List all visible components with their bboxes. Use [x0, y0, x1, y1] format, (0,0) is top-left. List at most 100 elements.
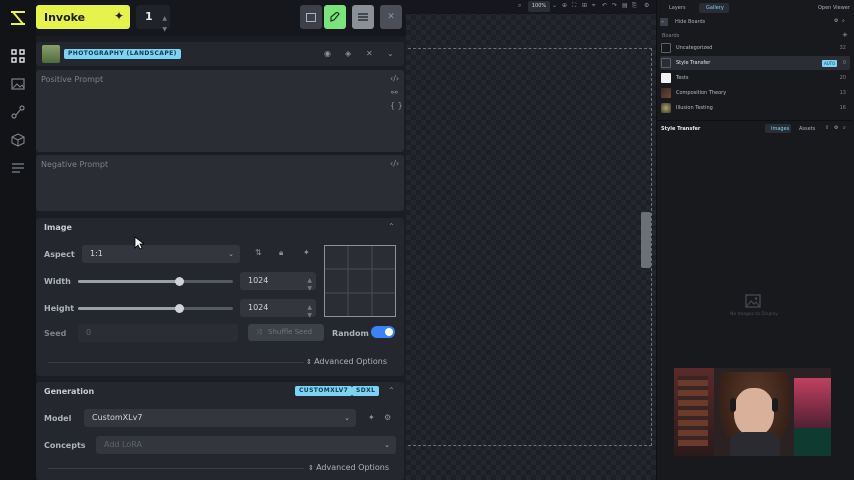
seed-label: Seed	[44, 329, 67, 338]
tab-assets[interactable]: Assets	[799, 126, 815, 132]
board-item[interactable]: Illusion Testing 16	[660, 101, 850, 115]
advanced-options-toggle[interactable]: ⇕ Advanced Options	[306, 357, 387, 366]
link-icon[interactable]: ⚯	[391, 88, 398, 97]
generation-section: Generation CUSTOMXLV7 SDXL ⌃ Model Custo…	[36, 382, 404, 480]
invoke-logo-icon[interactable]	[8, 8, 28, 28]
swap-icon[interactable]: ⇅	[255, 248, 262, 257]
width-slider-handle[interactable]	[175, 277, 184, 286]
tab-gallery[interactable]: Gallery	[706, 5, 724, 11]
negative-prompt-field[interactable]: Negative Prompt ‹/›	[36, 155, 404, 211]
zoom-level[interactable]: 100%	[528, 1, 550, 12]
style-preset-bar[interactable]: PHOTOGRAPHY (LANDSCAPE) ◉ ◈ ✕ ⌄	[36, 42, 404, 66]
model-value: CustomXLv7	[92, 413, 143, 422]
board-thumbnail	[661, 43, 671, 53]
gear-icon[interactable]: ⚙	[384, 413, 391, 422]
board-count: 0	[842, 60, 846, 66]
cancel-button[interactable]: ✕	[380, 5, 402, 29]
canvas-view-button[interactable]	[300, 5, 322, 29]
upload-icon[interactable]: ⇪	[825, 125, 829, 131]
chevron-down-icon: ⌄	[384, 441, 390, 449]
image-section-title: Image	[44, 223, 72, 232]
zoom-icon[interactable]: ⌕	[518, 2, 521, 10]
bounding-box[interactable]	[408, 48, 652, 446]
pin-icon[interactable]: ⌖	[592, 2, 595, 10]
eye-icon[interactable]: ◉	[324, 49, 331, 58]
search-icon[interactable]: ⌕	[843, 125, 846, 131]
sparkle-icon[interactable]: ✦	[368, 413, 375, 422]
empty-gallery-icon	[745, 293, 761, 308]
open-viewer-button[interactable]: Open Viewer	[818, 5, 850, 11]
board-item[interactable]: Uncategorized 32	[660, 41, 850, 55]
sparkle-icon[interactable]: ✦	[303, 248, 310, 257]
search-icon[interactable]: ⌕	[842, 18, 845, 24]
iterations-stepper[interactable]: 1 ▲ ▼	[136, 5, 170, 33]
chevron-up-icon[interactable]: ⌃	[388, 222, 395, 231]
code-icon[interactable]: ‹/›	[390, 159, 399, 168]
selected-board-name: Style Transfer	[661, 126, 701, 132]
sparkle-icon: ✦	[113, 9, 124, 23]
lock-icon[interactable]: 🔒︎	[279, 248, 283, 258]
height-slider-handle[interactable]	[175, 304, 184, 313]
chevron-down-icon[interactable]: ⌄	[552, 2, 557, 9]
save-icon[interactable]: ▤	[622, 2, 628, 9]
tab-layers[interactable]: Layers	[669, 5, 686, 11]
width-input[interactable]: 1024 ▲ ▼	[240, 272, 316, 292]
gear-icon[interactable]: ⚙	[834, 125, 838, 131]
add-board-icon[interactable]: +	[842, 31, 848, 39]
layers-icon[interactable]: ◈	[345, 49, 351, 58]
workflow-nodes-icon[interactable]	[8, 46, 28, 66]
board-item[interactable]: Tests 20	[660, 71, 850, 85]
grid-icon[interactable]: ⊞	[582, 2, 587, 9]
height-slider[interactable]	[78, 304, 233, 313]
width-slider[interactable]	[78, 277, 233, 286]
models-cube-icon[interactable]	[8, 130, 28, 150]
fit-icon[interactable]: ⛶	[572, 2, 576, 10]
decrement-icon[interactable]: ▼	[307, 280, 312, 298]
app-window: Invoke ✦ 1 ▲ ▼ ✕ PHOTOGRAPHY (LANDSCAPE)…	[0, 0, 854, 480]
board-name: Tests	[676, 75, 689, 81]
undo-icon[interactable]: ↶	[602, 2, 607, 9]
queue-list-icon[interactable]	[8, 158, 28, 178]
preset-thumbnail	[42, 45, 60, 63]
positive-prompt-field[interactable]: Positive Prompt ‹/› ⚯ { }	[36, 70, 404, 152]
left-rail	[0, 0, 36, 480]
boards-header: Boards +	[660, 31, 850, 41]
lora-select[interactable]: Add LoRA ⌄	[96, 436, 396, 454]
board-count: 16	[839, 105, 846, 111]
gallery-header: Style Transfer Images Assets ⇪ ⚙ ⌕	[657, 120, 853, 134]
expand-icon: ⇕	[308, 464, 317, 472]
panel-collapse-icon: ⫷	[661, 19, 664, 25]
random-toggle[interactable]	[371, 326, 395, 338]
seed-input[interactable]: 0	[78, 324, 238, 342]
gear-icon[interactable]: ⚙	[834, 18, 838, 24]
panel-tabs: Layers Gallery Open Viewer	[657, 2, 852, 14]
image-icon[interactable]	[8, 74, 28, 94]
brush-tool-button[interactable]	[324, 5, 346, 29]
redo-icon[interactable]: ↷	[612, 2, 617, 9]
workflow-icon[interactable]	[8, 102, 28, 122]
invoke-label: Invoke	[44, 10, 86, 24]
board-item[interactable]: Composition Theory 13	[660, 86, 850, 100]
panel-resize-handle[interactable]	[641, 212, 651, 268]
braces-icon[interactable]: { }	[390, 101, 403, 110]
invoke-button[interactable]: Invoke ✦	[36, 5, 130, 29]
chevron-down-icon[interactable]: ⌄	[387, 49, 394, 58]
generation-section-title: Generation	[44, 387, 95, 396]
shuffle-seed-button[interactable]: ⤨ Shuffle Seed	[248, 324, 324, 341]
chevron-up-icon[interactable]: ⌃	[388, 386, 395, 395]
decrement-icon[interactable]: ▼	[307, 307, 312, 325]
menu-button[interactable]	[352, 5, 374, 29]
tab-images[interactable]: Images	[771, 126, 789, 132]
aspect-select[interactable]: 1:1 ⌄	[82, 245, 240, 263]
gear-icon[interactable]: ⚙	[644, 2, 649, 9]
copy-icon[interactable]: ⎘	[632, 2, 637, 10]
advanced-options-toggle[interactable]: ⇕ Advanced Options	[308, 463, 389, 472]
code-icon[interactable]: ‹/›	[390, 74, 399, 83]
board-item-selected[interactable]: Style Transfer AUTO 0	[660, 56, 850, 70]
model-select[interactable]: CustomXLv7 ⌄	[84, 409, 356, 427]
hide-boards-button[interactable]: Hide Boards	[675, 19, 705, 25]
clear-icon[interactable]: ✕	[366, 49, 373, 58]
height-input[interactable]: 1024 ▲ ▼	[240, 299, 316, 319]
zoom-in-icon[interactable]: ⊕	[562, 2, 567, 9]
concepts-label: Concepts	[44, 441, 86, 450]
